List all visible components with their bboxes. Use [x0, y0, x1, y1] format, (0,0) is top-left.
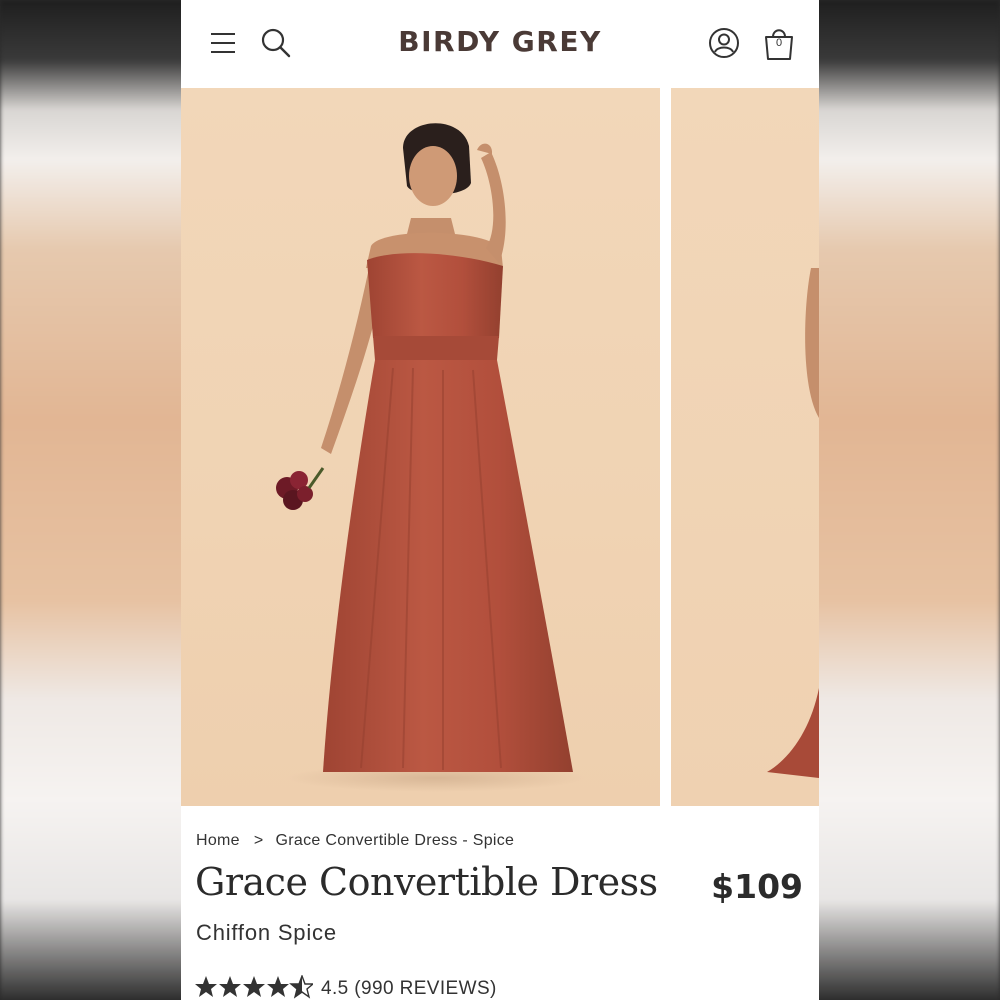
star-icon: [219, 976, 241, 997]
search-button[interactable]: [259, 26, 293, 60]
site-header: BIRDY GREY 0: [181, 0, 819, 88]
product-title: Grace Convertible Dress: [195, 860, 658, 904]
dress-model-side-photo[interactable]: [671, 88, 819, 806]
account-icon: [709, 28, 739, 58]
breadcrumb-current: Grace Convertible Dress - Spice: [275, 832, 515, 849]
product-price: $109: [711, 867, 803, 906]
product-subtitle: Chiffon Spice: [196, 920, 337, 945]
menu-button[interactable]: [209, 30, 237, 56]
breadcrumb-home-link[interactable]: Home: [196, 832, 240, 850]
star-rating-icons: [195, 975, 313, 999]
star-icon: [243, 976, 265, 997]
cart-button[interactable]: 0: [761, 24, 797, 62]
star-icon: [267, 976, 289, 997]
product-gallery[interactable]: [181, 88, 819, 808]
product-page: BIRDY GREY 0 Home > Grace Convertible Dr…: [181, 0, 819, 1000]
star-icon: [195, 976, 217, 997]
rating-reviews-link[interactable]: 4.5 (990 REVIEWS): [321, 978, 497, 1000]
search-icon: [261, 28, 291, 58]
cart-count-badge: 0: [775, 37, 783, 49]
breadcrumb: Home > Grace Convertible Dress - Spice: [196, 832, 514, 850]
breadcrumb-separator: >: [253, 832, 264, 849]
model-illustration-partial: [767, 268, 819, 778]
product-rating[interactable]: 4.5 (990 REVIEWS): [195, 975, 595, 1000]
model-illustration: [276, 123, 586, 792]
account-button[interactable]: [707, 26, 741, 60]
dress-model-front-photo[interactable]: [181, 88, 660, 806]
menu-icon: [211, 33, 235, 53]
